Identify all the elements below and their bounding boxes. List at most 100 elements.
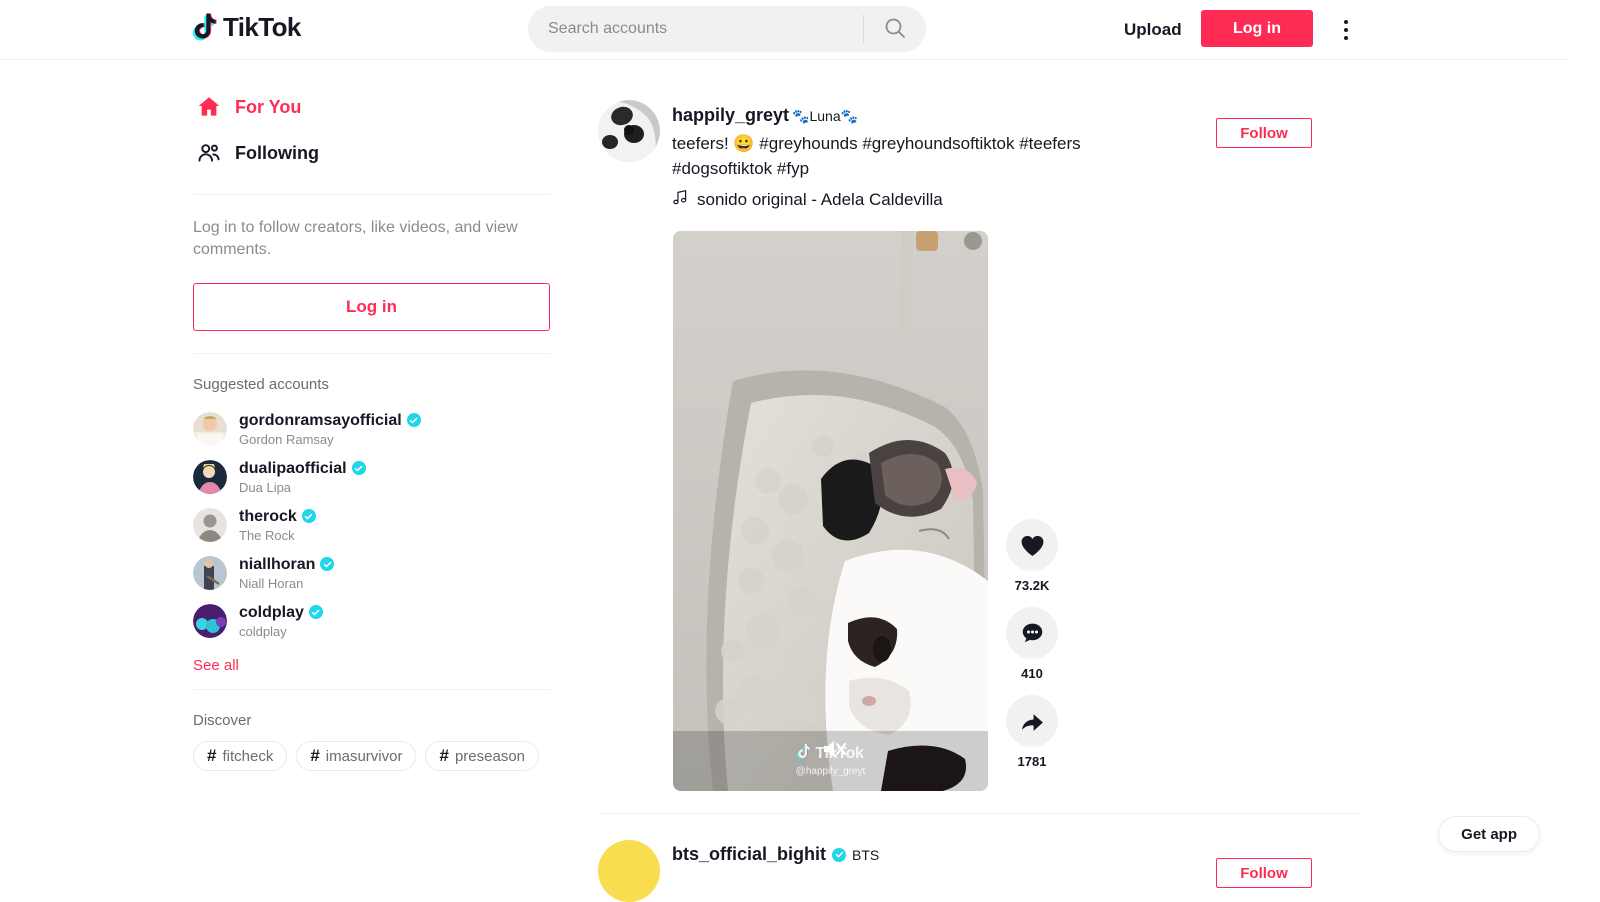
username-text: niallhoran xyxy=(239,555,315,574)
tiktok-logo-text: TikTok xyxy=(223,12,301,42)
account-username: dualipaofficial xyxy=(239,459,366,478)
verified-badge-icon xyxy=(302,509,316,523)
like-button[interactable]: 73.2K xyxy=(1006,519,1058,593)
follow-button[interactable]: Follow xyxy=(1216,118,1312,148)
post-username[interactable]: bts_official_bighit BTS xyxy=(672,840,879,865)
sidebar-login-button[interactable]: Log in xyxy=(193,283,550,331)
username-text: coldplay xyxy=(239,603,304,622)
share-count: 1781 xyxy=(1018,754,1047,769)
sidebar-divider-2 xyxy=(193,353,550,354)
music-note-icon xyxy=(672,189,689,211)
post-caption: teefers! 😀 #greyhounds #greyhoundsoftikt… xyxy=(672,131,1102,181)
avatar xyxy=(193,604,227,638)
kebab-dot xyxy=(1344,36,1348,40)
tiktok-note-icon xyxy=(193,12,219,42)
sidebar-item-following[interactable]: Following xyxy=(193,130,550,176)
account-display-name: Niall Horan xyxy=(239,575,334,592)
avatar xyxy=(193,412,227,446)
hashtag-pill-imasurvivor[interactable]: # imasurvivor xyxy=(296,741,416,771)
video-frame xyxy=(673,231,988,791)
verified-badge-icon xyxy=(309,605,323,619)
share-button[interactable]: 1781 xyxy=(1006,695,1058,769)
avatar xyxy=(193,508,227,542)
account-display-name: Dua Lipa xyxy=(239,479,366,496)
sidebar-item-for-you[interactable]: For You xyxy=(193,84,550,130)
suggested-accounts-title: Suggested accounts xyxy=(193,376,550,393)
verified-badge-icon xyxy=(320,557,334,571)
hashtag-pill-preseason[interactable]: # preseason xyxy=(425,741,539,771)
hashtag-label: imasurvivor xyxy=(326,748,403,765)
avatar[interactable] xyxy=(598,100,660,162)
login-prompt-text: Log in to follow creators, like videos, … xyxy=(193,217,549,261)
discover-section: Discover # fitcheck # imasurvivor # pres… xyxy=(193,712,550,771)
hash-icon: # xyxy=(207,746,216,766)
verified-badge-icon xyxy=(407,413,421,427)
nickname-text: BTS xyxy=(852,847,879,863)
search-icon xyxy=(883,16,907,43)
list-item[interactable]: dualipaofficial Dua Lipa xyxy=(193,453,550,501)
list-item[interactable]: gordonramsayofficial Gordon Ramsay xyxy=(193,405,550,453)
sidebar-label-following: Following xyxy=(235,143,319,164)
feed-divider xyxy=(598,813,1362,814)
sidebar-divider-1 xyxy=(193,194,550,195)
hash-icon: # xyxy=(439,746,448,766)
music-title: sonido original - Adela Caldevilla xyxy=(697,190,943,210)
verified-badge-icon xyxy=(832,848,846,862)
sidebar-divider-3 xyxy=(193,689,550,690)
username-text: happily_greyt xyxy=(672,105,789,125)
hashtag-label: preseason xyxy=(455,748,525,765)
sidebar-label-for-you: For You xyxy=(235,97,301,118)
speaker-muted-icon[interactable] xyxy=(820,737,848,761)
account-username: therock xyxy=(239,507,316,526)
nickname-text: 🐾Luna🐾 xyxy=(792,108,858,124)
video-feed: happily_greyt🐾Luna🐾 teefers! 😀 #greyhoun… xyxy=(598,100,1362,902)
post-header: happily_greyt🐾Luna🐾 teefers! 😀 #greyhoun… xyxy=(598,100,1362,211)
get-app-button[interactable]: Get app xyxy=(1438,816,1540,852)
post-music-link[interactable]: sonido original - Adela Caldevilla xyxy=(672,189,1102,211)
hash-icon: # xyxy=(310,746,319,766)
list-item[interactable]: therock The Rock xyxy=(193,501,550,549)
avatar xyxy=(193,460,227,494)
username-text: dualipaofficial xyxy=(239,459,347,478)
comment-button[interactable]: 410 xyxy=(1006,607,1058,681)
top-header: TikTok Upload Log in xyxy=(0,0,1568,60)
post-header: bts_official_bighit BTS Follow xyxy=(598,840,1362,902)
avatar[interactable] xyxy=(598,840,660,902)
comment-icon xyxy=(1006,607,1058,659)
people-icon xyxy=(193,137,225,169)
account-username: coldplay xyxy=(239,603,323,622)
hashtag-label: fitcheck xyxy=(222,748,273,765)
player-row: TikTok @happily_greyt 73.2K xyxy=(673,231,1362,791)
kebab-dot xyxy=(1344,28,1348,32)
list-item[interactable]: niallhoran Niall Horan xyxy=(193,549,550,597)
account-username: niallhoran xyxy=(239,555,334,574)
tiktok-logo[interactable]: TikTok xyxy=(193,12,301,42)
post-username[interactable]: happily_greyt🐾Luna🐾 xyxy=(672,104,1102,127)
username-text: gordonramsayofficial xyxy=(239,411,402,430)
left-sidebar: For You Following Log in to follow creat… xyxy=(193,84,550,771)
list-item[interactable]: coldplay coldplay xyxy=(193,597,550,645)
kebab-menu-icon[interactable] xyxy=(1336,14,1356,46)
comment-count: 410 xyxy=(1021,666,1043,681)
post-meta: happily_greyt🐾Luna🐾 teefers! 😀 #greyhoun… xyxy=(672,100,1102,211)
follow-button[interactable]: Follow xyxy=(1216,858,1312,888)
search-bar[interactable] xyxy=(528,6,926,52)
verified-badge-icon xyxy=(352,461,366,475)
hashtag-pill-fitcheck[interactable]: # fitcheck xyxy=(193,741,287,771)
discover-title: Discover xyxy=(193,712,550,729)
username-text: bts_official_bighit xyxy=(672,844,826,865)
see-all-link[interactable]: See all xyxy=(193,657,239,674)
avatar xyxy=(193,556,227,590)
username-text: therock xyxy=(239,507,297,526)
video-actions: 73.2K 410 1781 xyxy=(1006,519,1058,769)
search-input[interactable] xyxy=(548,15,848,43)
account-display-name: coldplay xyxy=(239,623,323,640)
video-player[interactable]: TikTok @happily_greyt xyxy=(673,231,988,791)
upload-link[interactable]: Upload xyxy=(1124,18,1182,42)
account-display-name: Gordon Ramsay xyxy=(239,431,421,448)
header-login-button[interactable]: Log in xyxy=(1201,10,1313,47)
home-icon xyxy=(193,91,225,123)
suggested-accounts-section: Suggested accounts gordonramsayofficial … xyxy=(193,376,550,675)
kebab-dot xyxy=(1344,20,1348,24)
search-button[interactable] xyxy=(864,6,926,52)
